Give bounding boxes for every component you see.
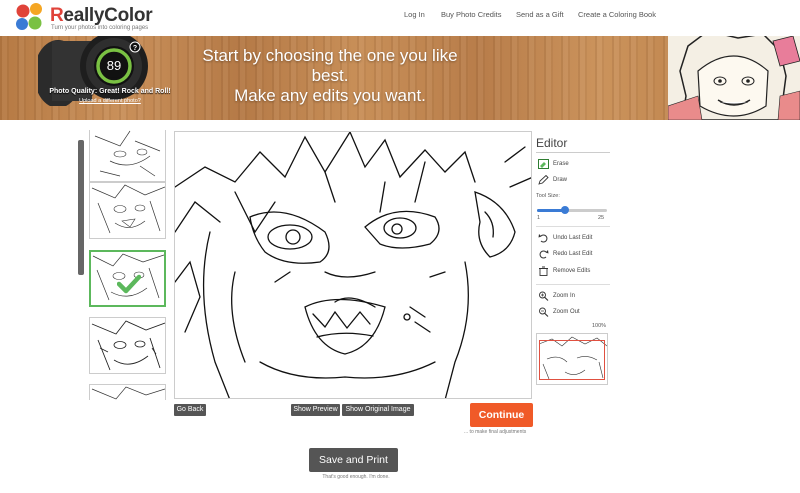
sample-portrait-image: [668, 36, 800, 120]
sketch-thumbnail-image: [91, 386, 165, 400]
navigator-preview[interactable]: [536, 333, 608, 385]
sketch-thumbnail-image: [91, 320, 165, 371]
trash-icon: [539, 266, 548, 276]
zoom-out-icon: [539, 307, 549, 317]
top-nav-bar: ReallyColor Turn your photos into colori…: [0, 0, 800, 36]
logo-tagline: Turn your photos into coloring pages: [51, 25, 149, 31]
hero-banner: ? 89 Photo Quality: Great! Rock and Roll…: [0, 36, 800, 120]
thumbnail-option-2[interactable]: [89, 182, 166, 239]
thumbnail-option-5[interactable]: [89, 384, 166, 400]
show-preview-button[interactable]: Show Preview: [291, 404, 340, 416]
thumbnail-option-3-selected[interactable]: [89, 250, 166, 307]
nav-send-as-gift[interactable]: Send as a Gift: [516, 10, 564, 19]
show-original-image-button[interactable]: Show Original Image: [342, 404, 414, 416]
zoom-level: 100%: [592, 323, 607, 329]
continue-button[interactable]: Continue: [470, 403, 533, 427]
go-back-button[interactable]: Go Back: [174, 404, 206, 416]
nav-create-coloring-book[interactable]: Create a Coloring Book: [578, 10, 656, 19]
sketch-image: [175, 132, 531, 398]
thumbnail-list: [88, 130, 168, 400]
eraser-icon: [538, 159, 549, 169]
redo-icon: [539, 250, 549, 259]
quality-text: Photo Quality: Great! Rock and Roll!: [49, 88, 171, 95]
logo[interactable]: ReallyColor Turn your photos into colori…: [14, 2, 154, 34]
coloring-page-canvas[interactable]: [174, 131, 532, 399]
nav-buy-photo-credits[interactable]: Buy Photo Credits: [441, 10, 501, 19]
logo-text: ReallyColor: [50, 5, 153, 26]
sketch-thumbnail-image: [91, 184, 165, 234]
tool-size-max: 25: [598, 215, 605, 221]
thumbnail-option-4[interactable]: [89, 317, 166, 374]
continue-subtext: ... to make final adjustments: [464, 429, 527, 435]
navigator-viewport-frame[interactable]: [539, 340, 605, 380]
quality-score: 89: [106, 58, 122, 73]
save-and-print-button[interactable]: Save and Print: [309, 448, 398, 472]
svg-text:?: ?: [133, 45, 137, 52]
tool-size-label: Tool Size:: [536, 193, 560, 199]
save-subtext: That's good enough. I'm done.: [322, 474, 390, 480]
upload-different-photo-link[interactable]: Upload a different photo?: [45, 98, 175, 104]
editor-title: Editor: [536, 136, 568, 150]
pencil-icon: [538, 175, 549, 185]
sketch-thumbnail-image: [94, 130, 161, 177]
undo-icon: [538, 234, 548, 243]
checkmark-icon: [117, 274, 141, 294]
thumbnail-scrollbar[interactable]: [78, 140, 84, 275]
tool-size-min: 1: [537, 215, 541, 221]
tool-size-slider-handle[interactable]: [561, 206, 569, 214]
banner-headline: Start by choosing the one you like best.…: [202, 46, 458, 105]
thumbnail-option-1[interactable]: [89, 130, 166, 182]
logo-dots-icon: [16, 3, 42, 30]
zoom-in-icon: [539, 291, 549, 301]
nav-log-in[interactable]: Log In: [404, 10, 425, 19]
